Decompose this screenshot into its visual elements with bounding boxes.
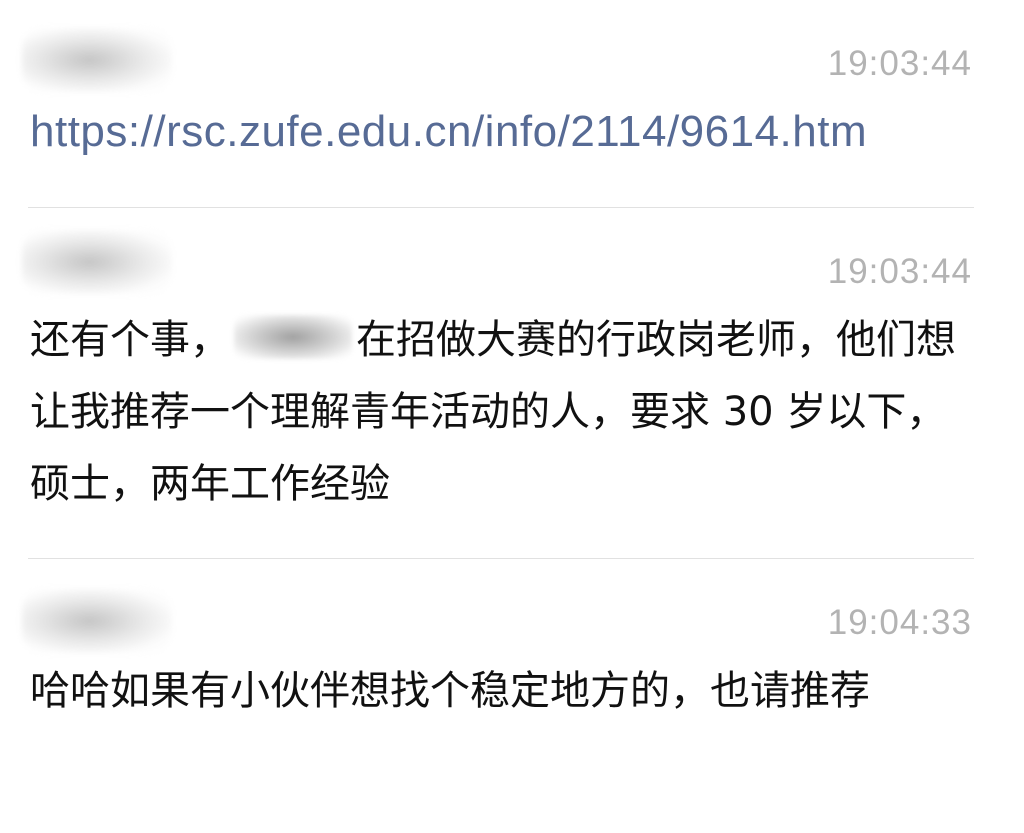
message-timestamp: 19:03:44 [827, 252, 972, 291]
message-content: 哈哈如果有小伙伴想找个稳定地方的，也请推荐 [30, 668, 870, 714]
message-content: 还有个事， 在招做大赛的行政岗老师，他们想让我推荐一个理解青年活动的人，要求 30… [30, 304, 966, 520]
message-item: 19:03:44 https://rsc.zufe.edu.cn/info/21… [0, 0, 1024, 205]
message-item: 19:03:44 还有个事， 在招做大赛的行政岗老师，他们想让我推荐一个理解青年活… [0, 208, 1024, 558]
message-content: https://rsc.zufe.edu.cn/info/2114/9614.h… [30, 96, 966, 169]
redacted-name [234, 315, 352, 359]
sender-avatar-redacted [22, 28, 172, 92]
message-text-part: 还有个事， [30, 317, 230, 363]
message-timestamp: 19:04:33 [827, 603, 972, 642]
sender-avatar-redacted [22, 230, 172, 294]
message-item: 19:04:33 哈哈如果有小伙伴想找个稳定地方的，也请推荐 [0, 559, 1024, 833]
message-timestamp: 19:03:44 [827, 44, 972, 83]
sender-avatar-redacted [22, 589, 172, 653]
message-link[interactable]: https://rsc.zufe.edu.cn/info/2114/9614.h… [30, 107, 867, 156]
